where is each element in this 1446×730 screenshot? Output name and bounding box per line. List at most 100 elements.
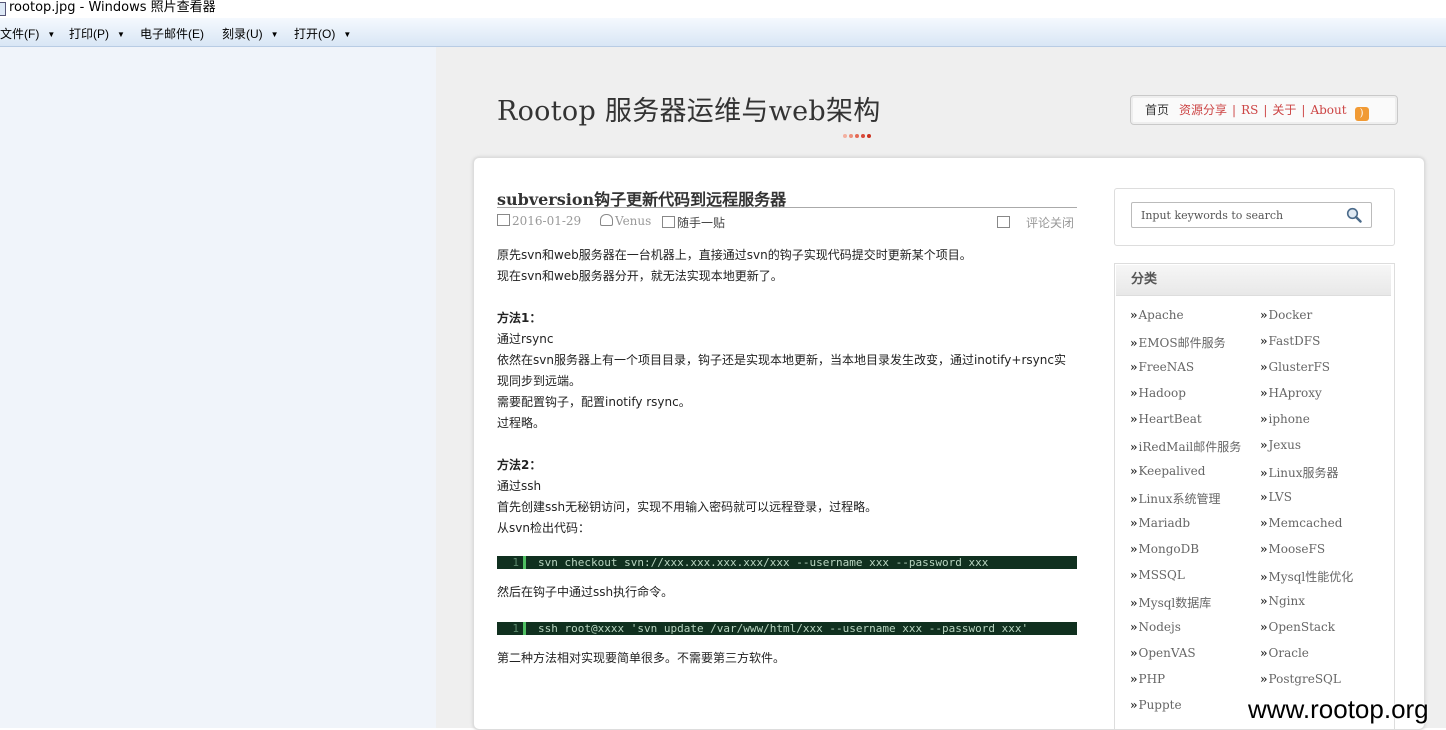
category-item[interactable]: »Hadoop bbox=[1130, 386, 1186, 400]
code-text: ssh root@xxxx 'svn update /var/www/html/… bbox=[538, 622, 1029, 635]
menubar: 文件(F) ▼ 打印(P) ▼ 电子邮件(E) 刻录(U) ▼ 打开(O) ▼ bbox=[0, 18, 1446, 47]
chevron-down-icon: ▼ bbox=[117, 30, 125, 39]
menu-burn[interactable]: 刻录(U) ▼ bbox=[222, 25, 279, 42]
menu-file-label: 文件(F) bbox=[0, 27, 40, 41]
rss-icon[interactable]: ) bbox=[1354, 107, 1369, 121]
category-label: Mariadb bbox=[1138, 516, 1191, 530]
category-item[interactable]: »FreeNAS bbox=[1130, 360, 1194, 374]
method-heading: 方法2： bbox=[497, 458, 542, 472]
watermark: www.rootop.org bbox=[1248, 694, 1429, 724]
category-item[interactable]: »Docker bbox=[1260, 308, 1312, 322]
category-item[interactable]: »Keepalived bbox=[1130, 464, 1205, 478]
category-item[interactable]: »PHP bbox=[1130, 672, 1165, 686]
category-label: EMOS邮件服务 bbox=[1138, 336, 1226, 350]
menu-email-label: 电子邮件(E) bbox=[140, 27, 204, 41]
category-label: HeartBeat bbox=[1138, 412, 1202, 426]
paragraph: 第二种方法相对实现要简单很多。不需要第三方软件。 bbox=[497, 651, 786, 665]
menu-file[interactable]: 文件(F) ▼ bbox=[0, 25, 55, 42]
post-comments-text: 评论关闭 bbox=[1026, 216, 1075, 230]
menu-print[interactable]: 打印(P) ▼ bbox=[69, 25, 125, 42]
post-category: 随手一贴 bbox=[662, 214, 725, 231]
post-author: Venus bbox=[600, 214, 651, 228]
category-label: Mysql性能优化 bbox=[1268, 570, 1354, 584]
code-block: 1 ssh root@xxxx 'svn update /var/www/html… bbox=[497, 622, 1077, 635]
method-heading: 方法1： bbox=[497, 311, 542, 325]
category-item[interactable]: »Memcached bbox=[1260, 516, 1342, 530]
category-label: Docker bbox=[1268, 308, 1313, 322]
site-title-dots bbox=[843, 123, 873, 142]
category-item[interactable]: »OpenStack bbox=[1260, 620, 1335, 634]
category-item[interactable]: »MooseFS bbox=[1260, 542, 1325, 556]
category-label: Nginx bbox=[1268, 594, 1306, 608]
paragraph: 从svn检出代码： bbox=[497, 521, 590, 535]
category-label: iRedMail邮件服务 bbox=[1138, 440, 1242, 454]
double-chevron-icon: » bbox=[1260, 570, 1268, 584]
post-comments: 评论关闭 bbox=[997, 214, 1074, 231]
category-label: iphone bbox=[1268, 412, 1310, 426]
nav-about[interactable]: About bbox=[1310, 103, 1346, 117]
menu-email[interactable]: 电子邮件(E) bbox=[140, 25, 204, 42]
category-item[interactable]: »Jexus bbox=[1260, 438, 1301, 452]
category-item[interactable]: »MSSQL bbox=[1130, 568, 1185, 582]
category-item[interactable]: »LVS bbox=[1260, 490, 1292, 504]
paragraph: 然后在钩子中通过ssh执行命令。 bbox=[497, 585, 674, 599]
paragraph: 依然在svn服务器上有一个项目目录，钩子还是实现本地更新，当本地目录发生改变，通… bbox=[497, 353, 1066, 388]
category-item[interactable]: »EMOS邮件服务 bbox=[1130, 334, 1226, 351]
category-item[interactable]: »HeartBeat bbox=[1130, 412, 1202, 426]
nav-home[interactable]: 首页 bbox=[1145, 103, 1169, 117]
post-date-text: 2016-01-29 bbox=[512, 214, 582, 228]
post-author-text[interactable]: Venus bbox=[615, 214, 651, 228]
search-input[interactable]: Input keywords to search bbox=[1131, 202, 1372, 228]
category-item[interactable]: »Linux系统管理 bbox=[1130, 490, 1221, 507]
double-chevron-icon: » bbox=[1260, 490, 1268, 504]
chevron-down-icon: ▼ bbox=[270, 30, 279, 39]
menu-open[interactable]: 打开(O) ▼ bbox=[294, 25, 351, 42]
category-item[interactable]: »MongoDB bbox=[1130, 542, 1199, 556]
category-item[interactable]: »Mariadb bbox=[1130, 516, 1190, 530]
nav-resources[interactable]: 资源分享 bbox=[1179, 103, 1227, 117]
category-item[interactable]: »HAproxy bbox=[1260, 386, 1322, 400]
category-item[interactable]: »Nginx bbox=[1260, 594, 1305, 608]
menu-burn-label: 刻录(U) bbox=[222, 27, 263, 41]
category-item[interactable]: »iphone bbox=[1260, 412, 1310, 426]
nav-rs[interactable]: RS bbox=[1241, 103, 1258, 117]
double-chevron-icon: » bbox=[1260, 360, 1268, 374]
category-item[interactable]: »Nodejs bbox=[1130, 620, 1181, 634]
category-item[interactable]: »OpenVAS bbox=[1130, 646, 1196, 660]
category-label: Linux服务器 bbox=[1268, 466, 1339, 480]
paragraph-spacer bbox=[497, 287, 1077, 308]
double-chevron-icon: » bbox=[1130, 360, 1138, 374]
double-chevron-icon: » bbox=[1130, 336, 1138, 350]
category-label: Memcached bbox=[1268, 516, 1343, 530]
category-item[interactable]: »Oracle bbox=[1260, 646, 1309, 660]
double-chevron-icon: » bbox=[1260, 334, 1268, 348]
category-item[interactable]: »Puppte bbox=[1130, 698, 1182, 712]
code-text: svn checkout svn://xxx.xxx.xxx.xxx/xxx -… bbox=[538, 556, 989, 569]
category-item[interactable]: »Mysql性能优化 bbox=[1260, 568, 1353, 585]
category-item[interactable]: »FastDFS bbox=[1260, 334, 1320, 348]
category-label: MSSQL bbox=[1138, 568, 1185, 582]
category-label: Hadoop bbox=[1138, 386, 1186, 400]
category-label: Puppte bbox=[1138, 698, 1182, 712]
category-item[interactable]: »Apache bbox=[1130, 308, 1184, 322]
double-chevron-icon: » bbox=[1260, 386, 1268, 400]
viewer-background bbox=[0, 47, 436, 728]
search-icon[interactable] bbox=[1346, 207, 1362, 223]
category-item[interactable]: »PostgreSQL bbox=[1260, 672, 1341, 686]
double-chevron-icon: » bbox=[1130, 646, 1138, 660]
category-item[interactable]: »GlusterFS bbox=[1260, 360, 1330, 374]
menu-print-label: 打印(P) bbox=[69, 27, 109, 41]
nav-divider: | bbox=[1301, 103, 1306, 117]
category-label: FastDFS bbox=[1268, 334, 1321, 348]
post-category-text[interactable]: 随手一贴 bbox=[677, 216, 725, 230]
paragraph-spacer bbox=[497, 434, 1077, 455]
paragraph: 过程略。 bbox=[497, 416, 546, 430]
category-item[interactable]: »iRedMail邮件服务 bbox=[1130, 438, 1241, 455]
category-item[interactable]: »Linux服务器 bbox=[1260, 464, 1339, 481]
nav-about-cn[interactable]: 关于 bbox=[1272, 103, 1296, 117]
category-label: Oracle bbox=[1268, 646, 1309, 660]
category-label: Apache bbox=[1138, 308, 1184, 322]
double-chevron-icon: » bbox=[1130, 542, 1138, 556]
paragraph: 原先svn和web服务器在一台机器上，直接通过svn的钩子实现代码提交时更新某个… bbox=[497, 248, 972, 262]
category-item[interactable]: »Mysql数据库 bbox=[1130, 594, 1211, 611]
